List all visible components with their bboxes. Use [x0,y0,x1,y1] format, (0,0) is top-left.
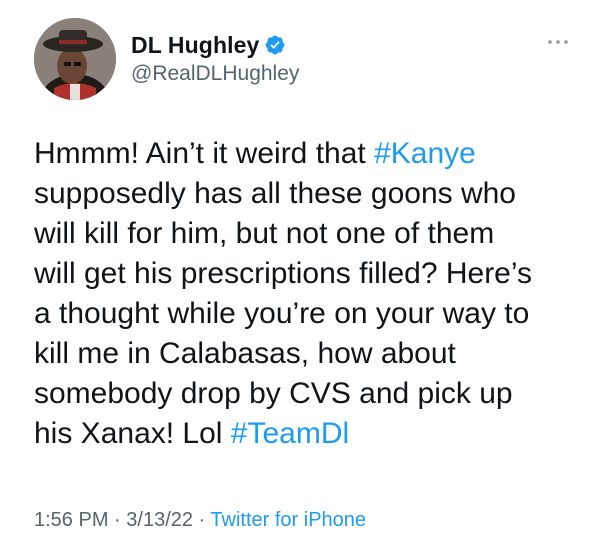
tweet-text-line: a thought while you’re on your way to [34,294,574,334]
meta-separator: · [108,509,127,531]
hashtag-link[interactable]: #TeamDl [231,417,349,450]
tweet-text-segment: will get his prescriptions filled? Here’… [34,257,532,290]
tweet-text-line: Hmmm! Ain’t it weird that #Kanye [34,134,574,174]
user-handle[interactable]: @RealDLHughley [131,62,299,86]
tweet-text-line: his Xanax! Lol #TeamDl [34,414,574,454]
tweet-text-segment: Hmmm! Ain’t it weird that [34,137,375,170]
tweet-text-segment: a thought while you’re on your way to [34,297,530,330]
profile-avatar[interactable] [34,18,116,100]
verified-badge-icon [264,34,286,56]
tweet-text-segment: his Xanax! Lol [34,417,231,450]
more-options-icon[interactable] [547,34,569,44]
tweet-text-line: kill me in Calabasas, how about [34,334,574,374]
tweet-body: Hmmm! Ain’t it weird that #Kanye supposed… [34,134,574,454]
tweet-text-segment: supposedly has all these goons who [34,177,516,210]
tweet-card: DL Hughley @RealDLHughley Hmmm! Ain’t it… [0,0,595,549]
tweet-text-line: somebody drop by CVS and pick up [34,374,574,414]
meta-separator: · [193,509,211,531]
tweet-text-line: will get his prescriptions filled? Here’… [34,254,574,294]
tweet-text-line: supposedly has all these goons who [34,174,574,214]
tweet-date[interactable]: 3/13/22 [126,509,193,531]
avatar-photo [34,18,116,100]
tweet-time[interactable]: 1:56 PM [34,509,108,531]
tweet-text-segment: will kill for him, but not one of them [34,217,495,250]
tweet-source-link[interactable]: Twitter for iPhone [210,509,366,531]
tweet-text-line: will kill for him, but not one of them [34,214,574,254]
hashtag-link[interactable]: #Kanye [374,137,476,170]
author-name-row[interactable]: DL Hughley [131,30,286,60]
tweet-text-segment: kill me in Calabasas, how about [34,337,456,370]
tweet-metadata: 1:56 PM · 3/13/22 · Twitter for iPhone [34,509,366,532]
tweet-text-segment: somebody drop by CVS and pick up [34,377,513,410]
display-name[interactable]: DL Hughley [131,32,259,59]
